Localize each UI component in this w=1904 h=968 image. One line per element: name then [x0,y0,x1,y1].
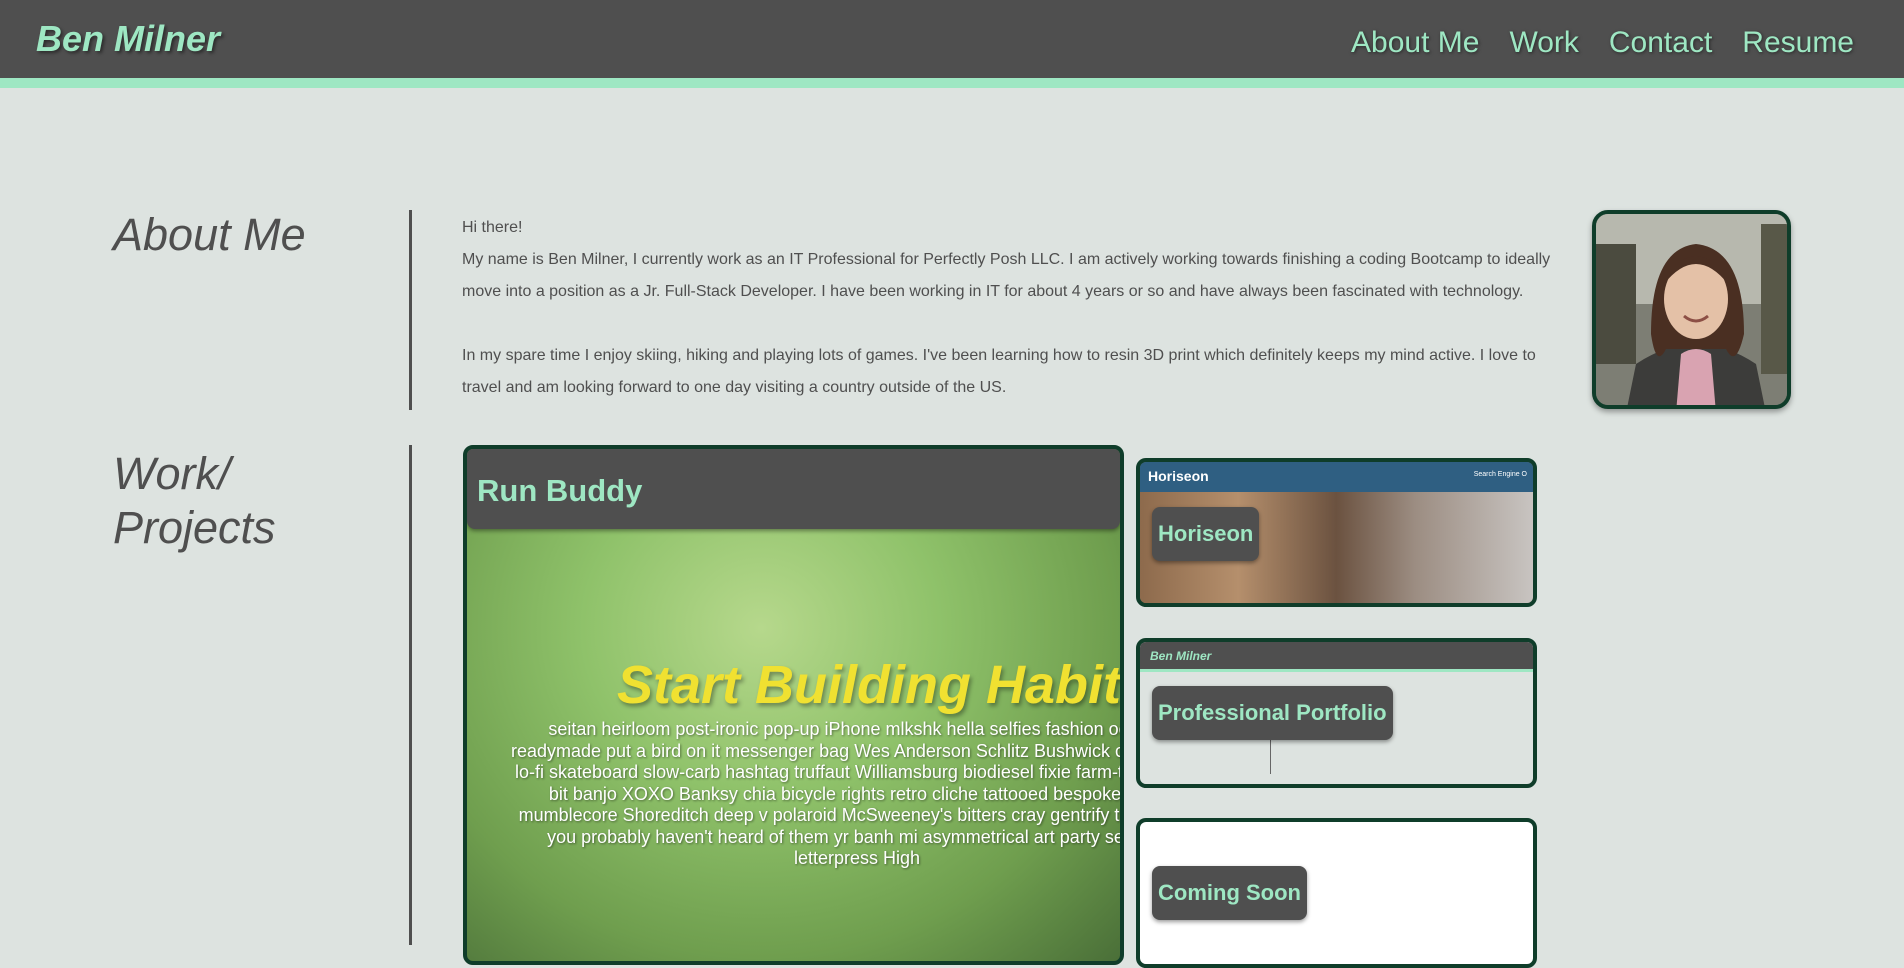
project-label-coming-soon: Coming Soon [1152,866,1307,920]
work-divider [409,445,412,945]
nav-work[interactable]: Work [1509,26,1578,60]
work-title: Work/ Projects [113,448,276,553]
about-divider [409,210,412,410]
about-text: Hi there! My name is Ben Milner, I curre… [462,212,1562,404]
main-nav: About Me Work Contact Resume [1351,26,1854,60]
about-paragraph-1: My name is Ben Milner, I currently work … [462,251,1551,300]
project-card-portfolio[interactable]: Ben Milner Professional Portfolio [1136,638,1537,788]
site-logo[interactable]: Ben Milner [36,18,220,60]
run-buddy-preview-text: seitan heirloom post-ironic pop-up iPhon… [510,719,1124,868]
site-header: Ben Milner About Me Work Contact Resume [0,0,1904,88]
about-greeting: Hi there! [462,219,523,236]
horiseon-preview-brand: Horiseon [1148,468,1209,484]
project-label-run-buddy: Run Buddy [467,449,1120,529]
portfolio-preview-header: Ben Milner [1140,642,1533,672]
nav-resume[interactable]: Resume [1742,26,1854,60]
project-label-portfolio: Professional Portfolio [1152,686,1393,740]
horiseon-preview-header: Horiseon Search Engine O [1140,462,1533,492]
project-card-coming-soon[interactable]: Coming Soon [1136,818,1537,968]
project-label-horiseon: Horiseon [1152,507,1260,561]
nav-about-me[interactable]: About Me [1351,26,1479,60]
nav-contact[interactable]: Contact [1609,26,1712,60]
run-buddy-preview-heading: Start Building Habits [617,655,1124,715]
about-title: About Me [113,209,306,260]
project-card-horiseon[interactable]: Horiseon Search Engine O Horiseon [1136,458,1537,607]
project-card-run-buddy[interactable]: Start Building Habits seitan heirloom po… [463,445,1124,965]
about-paragraph-2: In my spare time I enjoy skiing, hiking … [462,347,1536,396]
profile-photo [1592,210,1791,409]
horiseon-preview-nav: Search Engine O [1473,471,1527,478]
profile-photo-image [1596,214,1787,405]
